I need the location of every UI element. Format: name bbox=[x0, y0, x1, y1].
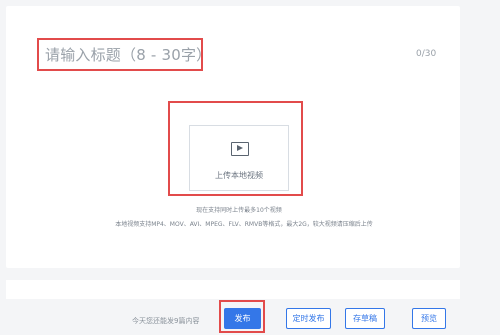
schedule-publish-button[interactable]: 定时发布 bbox=[286, 308, 331, 329]
play-icon bbox=[231, 142, 249, 156]
upload-hint-formats: 本地视频支持MP4、MOV、AVI、MPEG、FLV、RMVB等格式，最大2G，… bbox=[115, 221, 373, 228]
upload-video-button[interactable]: 上传本地视频 bbox=[189, 125, 289, 191]
remaining-posts-text: 今天您还能发9篇内容 bbox=[132, 317, 200, 325]
title-input[interactable]: 请输入标题（8 - 30字） bbox=[37, 38, 211, 71]
upload-hint-count: 现在支持同时上传最多10个视频 bbox=[196, 207, 282, 214]
title-char-count: 0/30 bbox=[416, 49, 437, 59]
save-draft-button[interactable]: 存草稿 bbox=[345, 308, 385, 329]
editor-card: 请输入标题（8 - 30字） 0/30 上传本地视频 现在支持同时上传最多10个… bbox=[6, 6, 460, 268]
title-placeholder: 请输入标题（8 - 30字） bbox=[45, 46, 212, 64]
upload-video-label: 上传本地视频 bbox=[215, 171, 263, 180]
publish-button[interactable]: 发布 bbox=[224, 308, 261, 329]
publish-toolbar: 今天您还能发9篇内容 发布 定时发布 存草稿 预览 bbox=[0, 299, 500, 335]
preview-button[interactable]: 预览 bbox=[412, 308, 446, 329]
